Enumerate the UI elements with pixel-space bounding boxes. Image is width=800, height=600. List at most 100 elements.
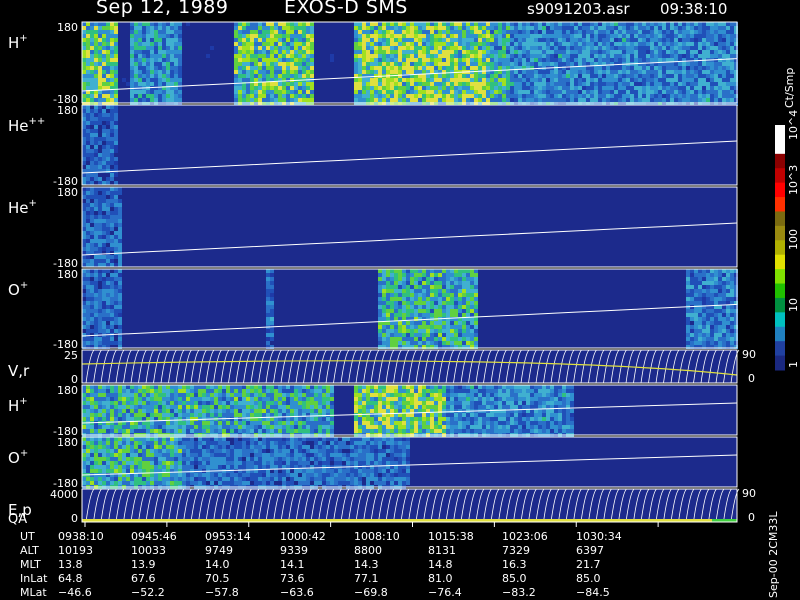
spectrum-cell <box>578 26 582 30</box>
spectrum-cell <box>378 305 382 309</box>
spectrum-cell <box>566 98 570 102</box>
spectrum-cell <box>470 22 474 26</box>
spectrum-cell <box>506 38 510 42</box>
spectrum-cell <box>526 94 530 98</box>
spectrum-cell <box>582 38 586 42</box>
spectrum-cell <box>434 58 438 62</box>
spectrum-cell <box>482 98 486 102</box>
spectrum-cell <box>122 401 126 405</box>
spectrum-cell <box>554 62 558 66</box>
spectrum-cell <box>270 313 274 317</box>
spectrum-cell <box>710 281 714 285</box>
spectrum-cell <box>90 129 94 133</box>
spectrum-cell <box>702 46 706 50</box>
spectrum-cell <box>438 86 442 90</box>
spectrum-cell <box>226 409 230 413</box>
spectrum-cell <box>478 30 482 34</box>
spectrum-cell <box>178 26 182 30</box>
spectrum-cell <box>474 277 478 281</box>
spectrum-cell <box>418 50 422 54</box>
spectrum-cell <box>458 38 462 42</box>
spectrum-cell <box>86 173 90 177</box>
spectrum-cell <box>218 421 222 425</box>
spectrum-cell <box>266 397 270 401</box>
spectrum-cell <box>610 30 614 34</box>
spectrum-cell <box>614 42 618 46</box>
spectrum-cell <box>214 401 218 405</box>
spectrum-cell <box>86 50 90 54</box>
spectrum-cell <box>114 54 118 58</box>
spectrum-cell <box>134 78 138 82</box>
spectrum-cell <box>102 247 106 251</box>
spectrum-cell <box>414 301 418 305</box>
spectrum-cell <box>262 397 266 401</box>
spectrum-cell <box>398 90 402 94</box>
spectrum-cell <box>694 301 698 305</box>
spectrum-cell <box>106 277 110 281</box>
spectrum-cell <box>146 385 150 389</box>
spectrum-cell <box>474 98 478 102</box>
spectrum-cell <box>546 90 550 94</box>
spectrum-cell <box>246 401 250 405</box>
spectrum-cell <box>98 113 102 117</box>
spectrum-cell <box>542 98 546 102</box>
spectrum-cell <box>550 58 554 62</box>
spectrum-cell <box>590 42 594 46</box>
spectrum-cell <box>302 62 306 66</box>
spectrum-cell <box>234 98 238 102</box>
spectrum-cell <box>414 281 418 285</box>
spectrum-cell <box>106 313 110 317</box>
spectrum-cell <box>402 277 406 281</box>
spectrum-cell <box>718 62 722 66</box>
spectrum-cell <box>150 94 154 98</box>
spectrum-cell <box>258 58 262 62</box>
spectrum-cell <box>726 325 730 329</box>
spectrum-cell <box>386 46 390 50</box>
spectrum-cell <box>386 86 390 90</box>
spectrum-cell <box>526 34 530 38</box>
spectrum-cell <box>606 90 610 94</box>
spectrum-cell <box>690 62 694 66</box>
spectrum-cell <box>274 38 278 42</box>
spectrum-cell <box>698 62 702 66</box>
spectrum-cell <box>438 309 442 313</box>
spectrum-cell <box>114 285 118 289</box>
spectrum-cell <box>386 94 390 98</box>
spectrum-cell <box>574 54 578 58</box>
spectrum-cell <box>266 321 270 325</box>
spectrum-cell <box>610 66 614 70</box>
spectrum-cell <box>714 269 718 273</box>
spectrum-cell <box>98 325 102 329</box>
spectrum-cell <box>378 301 382 305</box>
spectrum-cell <box>106 341 110 345</box>
spectrum-cell <box>674 34 678 38</box>
spectrum-cell <box>626 86 630 90</box>
spectrum-cell <box>674 54 678 58</box>
spectrum-cell <box>90 58 94 62</box>
spectrum-cell <box>446 34 450 38</box>
spectrum-cell <box>386 78 390 82</box>
spectrum-cell <box>634 42 638 46</box>
spectrum-cell <box>714 82 718 86</box>
spectrum-cell <box>358 26 362 30</box>
spectrum-cell <box>242 22 246 26</box>
spectrum-cell <box>310 34 314 38</box>
spectrum-cell <box>542 70 546 74</box>
spectrum-cell <box>426 321 430 325</box>
spectrum-cell <box>478 38 482 42</box>
spectrum-cell <box>410 78 414 82</box>
spectrum-cell <box>446 273 450 277</box>
spectrum-cell <box>238 22 242 26</box>
spectrum-cell <box>378 50 382 54</box>
spectrum-cell <box>522 34 526 38</box>
spectrum-cell <box>254 389 258 393</box>
spectrum-cell <box>102 341 106 345</box>
spectrum-cell <box>590 34 594 38</box>
spectrum-cell <box>726 98 730 102</box>
spectrum-cell <box>566 54 570 58</box>
spectrum-cell <box>450 54 454 58</box>
spectrum-cell <box>590 66 594 70</box>
spectrum-cell <box>438 277 442 281</box>
spectrum-cell <box>470 90 474 94</box>
spectrum-cell <box>110 393 114 397</box>
